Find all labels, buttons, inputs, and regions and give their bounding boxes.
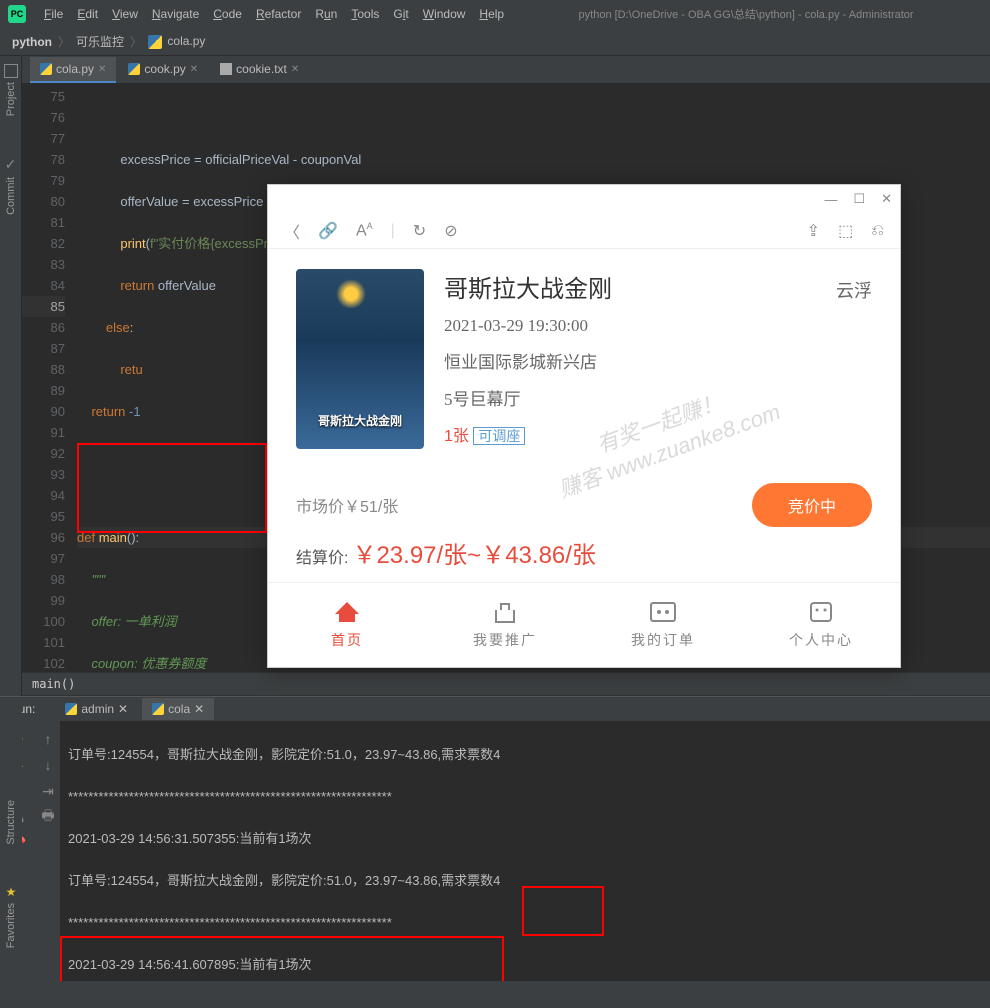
- wrap-icon[interactable]: ⇥: [38, 781, 58, 801]
- menu-file[interactable]: File: [38, 3, 69, 25]
- refresh-icon[interactable]: ↻: [413, 221, 426, 241]
- favorites-tool-button[interactable]: ★ Favorites: [5, 885, 17, 948]
- app-logo-icon: PC: [8, 5, 26, 23]
- minimize-icon[interactable]: —: [824, 192, 837, 207]
- tab-cola-py[interactable]: cola.py ✕: [30, 57, 116, 83]
- text-file-icon: [220, 63, 232, 75]
- link-icon[interactable]: 🔗: [318, 221, 338, 241]
- menu-edit[interactable]: Edit: [71, 3, 104, 25]
- menu-navigate[interactable]: Navigate: [146, 3, 205, 25]
- menu-window[interactable]: Window: [417, 3, 472, 25]
- popup-titlebar: — ☐ ✕: [268, 185, 900, 213]
- menu-code[interactable]: Code: [207, 3, 248, 25]
- left-tool-strip-bottom: Structure ★ Favorites: [0, 700, 22, 1008]
- cinema-name: 恒业国际影城新兴店: [444, 348, 872, 373]
- close-icon[interactable]: ✕: [190, 64, 198, 75]
- menu-git[interactable]: Git: [387, 3, 414, 25]
- home-icon: [333, 600, 361, 624]
- popup-bottom-nav: 首页 我要推广 我的订单 个人中心: [268, 582, 900, 667]
- menu-run[interactable]: Run: [309, 3, 343, 25]
- breadcrumb-sep: 〉: [130, 33, 142, 50]
- window-title: python [D:\OneDrive - OBA GG\总结\python] …: [579, 6, 914, 22]
- font-size-icon[interactable]: AA: [356, 221, 373, 240]
- breadcrumb-sep: 〉: [58, 33, 70, 50]
- print-icon[interactable]: 🖶: [38, 807, 58, 827]
- breadcrumb-folder[interactable]: 可乐监控: [76, 33, 124, 50]
- commit-tool-button[interactable]: ✓ Commit: [5, 156, 17, 215]
- menu-refactor[interactable]: Refactor: [250, 3, 307, 25]
- run-panel: Run: admin ✕ cola ✕ ↻ ▶ ■ ⏏ 📌: [0, 696, 990, 981]
- commit-icon: ✓: [5, 156, 17, 173]
- tab-cookie-txt[interactable]: cookie.txt ✕: [210, 57, 309, 83]
- movie-title: 哥斯拉大战金刚: [444, 269, 612, 304]
- nav-promote[interactable]: 我要推广: [426, 583, 584, 667]
- nav-orders[interactable]: 我的订单: [584, 583, 742, 667]
- close-icon[interactable]: ✕: [118, 702, 128, 716]
- project-icon: [4, 64, 18, 78]
- python-file-icon: [65, 703, 77, 715]
- tab-cook-py[interactable]: cook.py ✕: [118, 57, 208, 83]
- menu-bar: File Edit View Navigate Code Refactor Ru…: [38, 3, 510, 25]
- editor-status-bar: main(): [22, 672, 990, 696]
- project-tool-button[interactable]: Project: [4, 64, 18, 116]
- close-icon[interactable]: ✕: [881, 191, 892, 207]
- share-icon[interactable]: ⇪: [807, 221, 820, 241]
- maximize-icon[interactable]: ☐: [853, 191, 865, 207]
- console-output[interactable]: 订单号:124554，哥斯拉大战金刚，影院定价:51.0，23.97~43.86…: [60, 721, 990, 981]
- profile-icon: [807, 600, 835, 624]
- back-icon[interactable]: 〈: [284, 219, 300, 243]
- menu-tools[interactable]: Tools: [345, 3, 385, 25]
- menu-view[interactable]: View: [106, 3, 144, 25]
- bid-button[interactable]: 竞价中: [752, 483, 872, 527]
- breadcrumb: python 〉 可乐监控 〉 cola.py: [0, 28, 990, 56]
- line-gutter: 7576777879808182838485868788899091929394…: [22, 84, 77, 672]
- menu-help[interactable]: Help: [473, 3, 510, 25]
- city-label: 云浮: [836, 277, 872, 303]
- breadcrumb-project[interactable]: python: [12, 35, 52, 49]
- up-icon[interactable]: ↑: [38, 729, 58, 749]
- editor-tabs: cola.py ✕ cook.py ✕ cookie.txt ✕: [22, 56, 990, 84]
- down-icon[interactable]: ↓: [38, 755, 58, 775]
- run-tab-cola[interactable]: cola ✕: [142, 698, 214, 720]
- bookmark-icon[interactable]: ⎌: [871, 222, 884, 240]
- nav-home[interactable]: 首页: [268, 583, 426, 667]
- title-bar: PC File Edit View Navigate Code Refactor…: [0, 0, 990, 28]
- structure-tool-button[interactable]: Structure: [5, 800, 17, 845]
- star-icon: ★: [6, 885, 17, 899]
- python-file-icon: [152, 703, 164, 715]
- market-price: 市场价￥51/张: [296, 493, 398, 517]
- seat-adjustable-tag: 可调座: [473, 427, 525, 445]
- python-file-icon: [40, 63, 52, 75]
- cube-icon[interactable]: ⬚: [838, 221, 853, 241]
- run-tab-admin[interactable]: admin ✕: [55, 698, 138, 720]
- popup-toolbar: 〈 🔗 AA | ↻ ⊘ ⇪ ⬚ ⎌: [268, 213, 900, 249]
- popup-window: — ☐ ✕ 〈 🔗 AA | ↻ ⊘ ⇪ ⬚ ⎌ 哥斯拉大战金刚 哥斯拉大战金刚…: [267, 184, 901, 668]
- python-file-icon: [148, 35, 162, 49]
- ticket-icon: [649, 600, 677, 624]
- close-icon[interactable]: ✕: [98, 64, 106, 75]
- promote-icon: [491, 600, 519, 624]
- settlement-price: 结算价: ￥23.97/张~￥43.86/张: [296, 535, 596, 570]
- stop-reload-icon[interactable]: ⊘: [444, 221, 457, 241]
- hall-name: 5号巨幕厅: [444, 385, 872, 410]
- seat-info: 1张 可调座: [444, 422, 872, 446]
- nav-profile[interactable]: 个人中心: [742, 583, 900, 667]
- close-icon[interactable]: ✕: [194, 702, 204, 716]
- breadcrumb-file[interactable]: cola.py: [148, 34, 205, 49]
- movie-poster: 哥斯拉大战金刚: [296, 269, 424, 449]
- close-icon[interactable]: ✕: [291, 64, 299, 75]
- showtime: 2021-03-29 19:30:00: [444, 316, 872, 336]
- python-file-icon: [128, 63, 140, 75]
- left-tool-strip: Project ✓ Commit: [0, 56, 22, 696]
